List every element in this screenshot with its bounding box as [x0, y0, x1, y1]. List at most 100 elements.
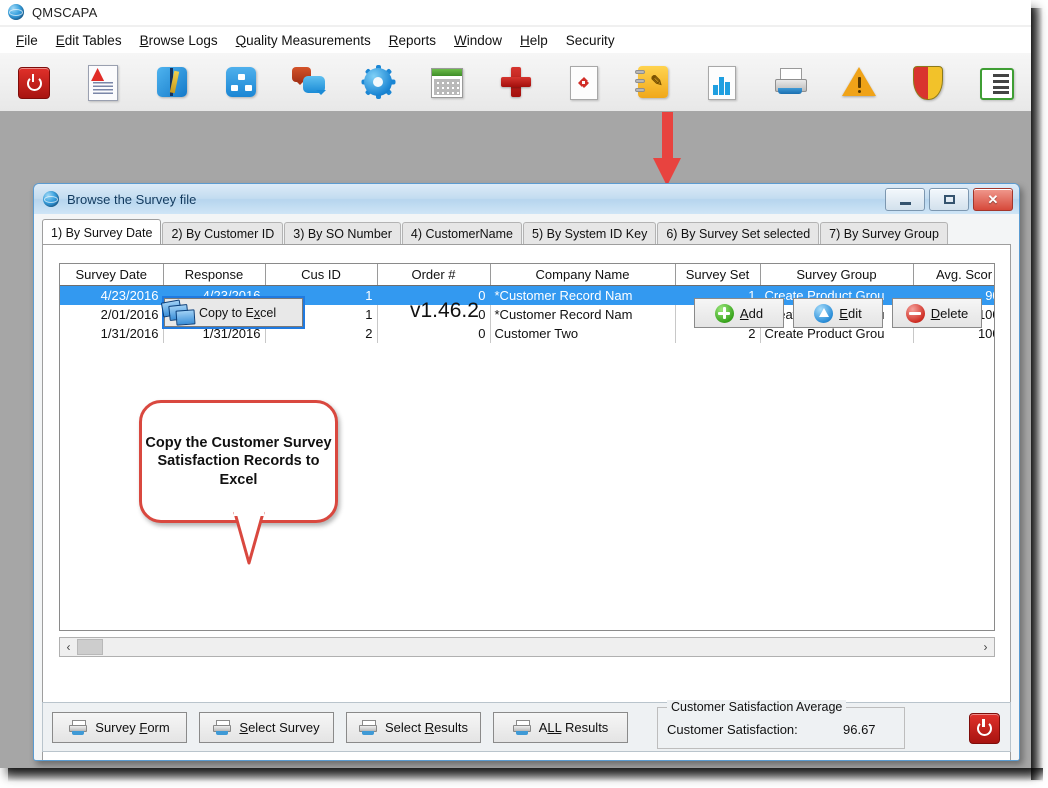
cell-survey-date: 1/31/2016 — [60, 324, 163, 343]
tab-by-so-number[interactable]: 3) By SO Number — [284, 222, 401, 245]
tab-customer-name[interactable]: 4) CustomerName — [402, 222, 522, 245]
window-shadow-right — [1031, 8, 1043, 780]
app-titlebar: QMSCAPA — [0, 0, 1031, 25]
column-header-survey-set[interactable]: Survey Set — [675, 264, 760, 286]
column-header-cus-id[interactable]: Cus ID — [265, 264, 377, 286]
menu-browse-logs[interactable]: Browse Logs — [131, 31, 227, 50]
toolbar-exit-power-button[interactable] — [0, 55, 69, 109]
toolbar-checklist-button[interactable] — [962, 55, 1031, 109]
delete-button-label: Delete — [931, 306, 969, 321]
column-header-response[interactable]: Response — [163, 264, 265, 286]
print-select-survey-label: Select Survey — [239, 720, 319, 735]
annotation-arrow-down-icon — [653, 112, 681, 186]
calendar-icon — [428, 63, 466, 101]
toolbar-edit-record-button[interactable] — [137, 55, 206, 109]
window-controls: ✕ — [885, 188, 1013, 211]
cell-company-name: Customer Two — [490, 324, 675, 343]
shield-security-icon — [909, 63, 947, 101]
tab-by-system-id-key[interactable]: 5) By System ID Key — [523, 222, 656, 245]
add-circle-icon — [715, 304, 734, 323]
child-window-edge — [1014, 214, 1019, 760]
index-tabstrip: 1) By Survey Date 2) By Customer ID 3) B… — [42, 220, 1011, 245]
printer-icon — [513, 720, 531, 736]
tab-by-survey-group[interactable]: 7) By Survey Group — [820, 222, 948, 245]
bar-chart-report-icon — [703, 63, 741, 101]
excel-copy-icon — [161, 300, 201, 326]
toolbar-move-document-button[interactable] — [550, 55, 619, 109]
print-all-results-button[interactable]: ALL Results — [493, 712, 628, 743]
toolbar-warning-button[interactable] — [825, 55, 894, 109]
warning-icon — [840, 63, 878, 101]
close-window-power-button[interactable] — [969, 713, 1000, 744]
toolbar-bar-chart-button[interactable] — [687, 55, 756, 109]
print-select-results-label: Select Results — [385, 720, 468, 735]
notebook-survey-icon: ✎ — [634, 63, 672, 101]
toolbar-organization-chart-button[interactable] — [206, 55, 275, 109]
column-header-survey-date[interactable]: Survey Date — [60, 264, 163, 286]
menu-quality-measurements[interactable]: Quality Measurements — [227, 31, 380, 50]
minimize-button[interactable] — [885, 188, 925, 211]
toolbar-document-report-button[interactable] — [69, 55, 138, 109]
scroll-left-icon[interactable]: ‹ — [60, 640, 77, 654]
organization-chart-icon — [222, 63, 260, 101]
add-button[interactable]: Add — [694, 298, 784, 328]
column-header-order-number[interactable]: Order # — [377, 264, 490, 286]
grid-horizontal-scrollbar[interactable]: ‹ › — [59, 637, 995, 657]
column-header-company-name[interactable]: Company Name — [490, 264, 675, 286]
exit-power-icon — [15, 63, 53, 101]
maximize-icon — [944, 195, 955, 204]
print-all-results-label: ALL Results — [539, 720, 609, 735]
menu-window[interactable]: Window — [445, 31, 511, 50]
scroll-right-icon[interactable]: › — [977, 640, 994, 654]
scrollbar-thumb[interactable] — [77, 639, 103, 655]
print-survey-form-button[interactable]: Survey Form — [52, 712, 187, 743]
customer-satisfaction-group-title: Customer Satisfaction Average — [667, 700, 846, 714]
edit-button-label: Edit — [839, 306, 861, 321]
customer-satisfaction-label: Customer Satisfaction: — [667, 722, 798, 737]
toolbar-survey-notebook-button[interactable]: ✎ — [619, 55, 688, 109]
add-plus-icon — [497, 63, 535, 101]
tab-by-survey-date[interactable]: 1) By Survey Date — [42, 219, 161, 245]
menu-file[interactable]: File — [7, 31, 47, 50]
copy-to-excel-button[interactable]: Copy to Excel — [164, 298, 303, 327]
cell-company-name: *Customer Record Nam — [490, 286, 675, 306]
add-button-label: Add — [740, 306, 763, 321]
version-label: v1.46.2 — [410, 299, 479, 323]
document-report-icon — [84, 63, 122, 101]
maximize-button[interactable] — [929, 188, 969, 211]
toolbar-chat-comments-button[interactable] — [275, 55, 344, 109]
print-survey-form-label: Survey Form — [95, 720, 169, 735]
print-select-results-button[interactable]: Select Results — [346, 712, 481, 743]
copy-to-excel-label: Copy to Excel — [199, 306, 276, 320]
printer-icon — [213, 720, 231, 736]
minimize-icon — [900, 202, 911, 205]
delete-button[interactable]: Delete — [892, 298, 982, 328]
close-button[interactable]: ✕ — [973, 188, 1013, 211]
checklist-icon — [978, 63, 1016, 101]
toolbar-add-button[interactable] — [481, 55, 550, 109]
cell-company-name: *Customer Record Nam — [490, 305, 675, 324]
tab-by-survey-set-selected[interactable]: 6) By Survey Set selected — [657, 222, 819, 245]
toolbar-print-button[interactable] — [756, 55, 825, 109]
tab-by-customer-id[interactable]: 2) By Customer ID — [162, 222, 283, 245]
toolbar-settings-button[interactable] — [344, 55, 413, 109]
edit-circle-icon — [814, 304, 833, 323]
annotation-callout-tail — [233, 511, 263, 563]
window-shadow-bottom — [8, 768, 1043, 782]
column-header-avg-score[interactable]: Avg. Scor — [913, 264, 995, 286]
edit-button[interactable]: Edit — [793, 298, 883, 328]
menu-security[interactable]: Security — [557, 31, 624, 50]
print-select-survey-button[interactable]: Select Survey — [199, 712, 334, 743]
child-window-globe-icon — [43, 191, 59, 207]
menu-edit-tables[interactable]: Edit Tables — [47, 31, 131, 50]
table-header-row: Survey Date Response Cus ID Order # Comp… — [60, 264, 995, 286]
cell-survey-date: 2/01/2016 — [60, 305, 163, 324]
printer-icon — [69, 720, 87, 736]
toolbar-calendar-button[interactable] — [412, 55, 481, 109]
column-header-survey-group[interactable]: Survey Group — [760, 264, 913, 286]
edit-record-icon — [153, 63, 191, 101]
menu-reports[interactable]: Reports — [380, 31, 445, 50]
menu-help[interactable]: Help — [511, 31, 557, 50]
toolbar-security-button[interactable] — [894, 55, 963, 109]
child-window-titlebar: Browse the Survey file ✕ — [34, 184, 1019, 214]
